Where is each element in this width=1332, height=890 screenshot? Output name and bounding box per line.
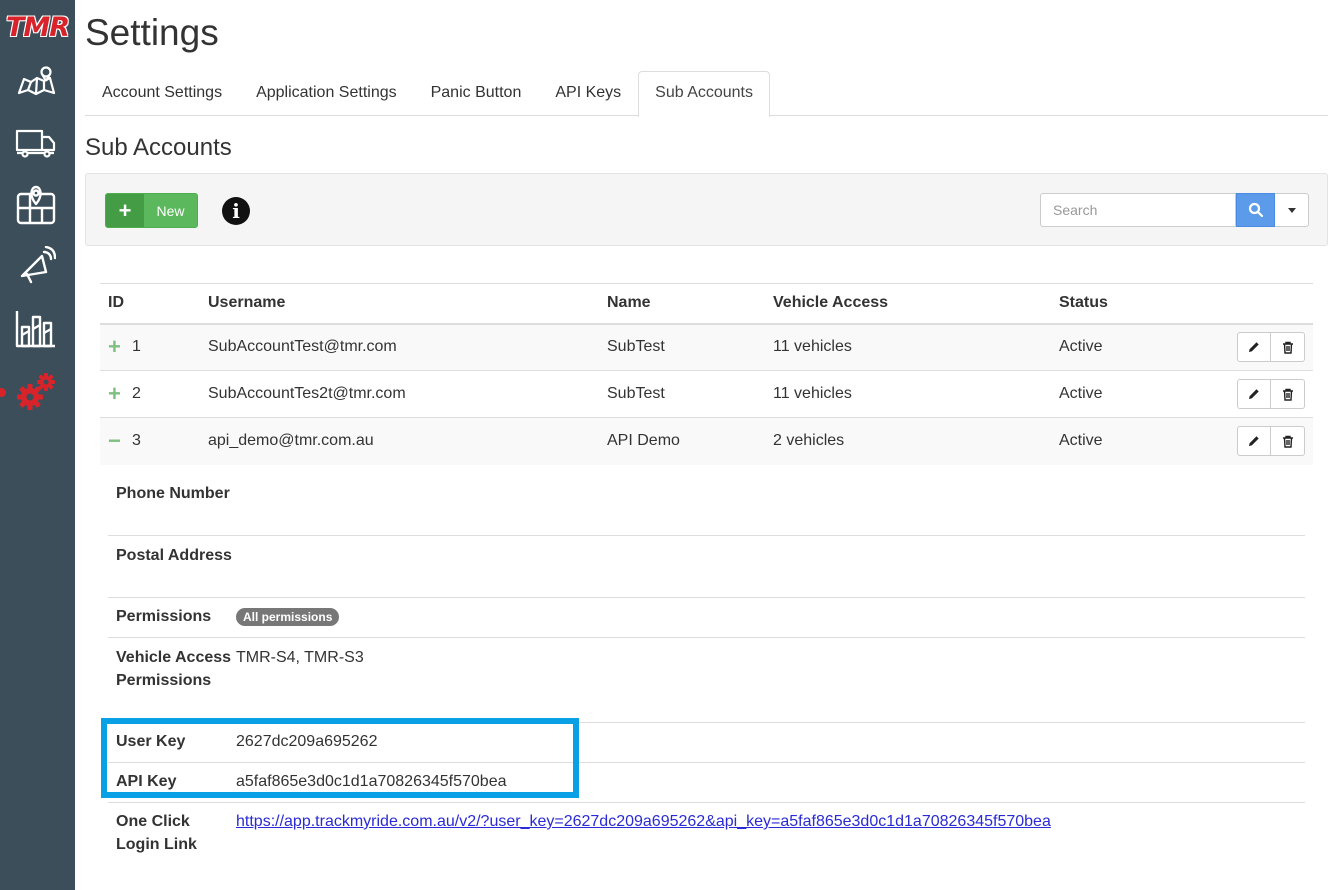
row-id: 3	[132, 432, 141, 450]
row-actions	[1237, 332, 1305, 363]
tab-panic-button[interactable]: Panic Button	[414, 71, 539, 116]
truck-icon[interactable]	[15, 122, 57, 164]
one-click-login-link[interactable]: https://app.trackmyride.com.au/v2/?user_…	[236, 813, 1051, 830]
edit-button[interactable]	[1237, 332, 1271, 363]
row-status: Active	[1051, 370, 1221, 418]
row-name: API Demo	[599, 417, 765, 465]
row-status: Active	[1051, 417, 1221, 465]
tab-api-keys[interactable]: API Keys	[538, 71, 638, 116]
table-row[interactable]: −3 api_demo@tmr.com.au API Demo 2 vehicl…	[100, 417, 1313, 465]
edit-button[interactable]	[1237, 426, 1271, 457]
tab-application-settings[interactable]: Application Settings	[239, 71, 414, 116]
table-header-row: ID Username Name Vehicle Access Status	[100, 283, 1313, 325]
detail-row-vehicle-permissions: Vehicle Access Permissions TMR-S4, TMR-S…	[108, 638, 1305, 723]
col-id[interactable]: ID	[100, 283, 200, 325]
tab-account-settings[interactable]: Account Settings	[85, 71, 239, 116]
delete-button[interactable]	[1271, 379, 1305, 409]
delete-button[interactable]	[1271, 426, 1305, 457]
active-indicator	[0, 388, 6, 397]
info-icon[interactable]: i	[222, 197, 250, 225]
search-icon	[1248, 202, 1263, 218]
permissions-label: Permissions	[116, 608, 212, 625]
caret-down-icon	[1287, 207, 1296, 213]
row-vehicle-access: 11 vehicles	[765, 323, 1051, 371]
trash-icon	[1282, 341, 1293, 354]
user-key-label: User Key	[116, 733, 186, 750]
collapse-row-icon[interactable]: −	[108, 430, 122, 452]
sub-account-detail: Phone Number Postal Address Permissions …	[108, 464, 1305, 865]
detail-row-phone: Phone Number	[108, 464, 1305, 536]
col-vehicle-access[interactable]: Vehicle Access	[765, 283, 1051, 325]
toolbar: + New i	[85, 173, 1328, 246]
table-row[interactable]: +1 SubAccountTest@tmr.com SubTest 11 veh…	[100, 323, 1313, 371]
row-actions	[1237, 379, 1305, 409]
search-button[interactable]	[1236, 193, 1275, 227]
col-status[interactable]: Status	[1051, 283, 1221, 325]
pencil-icon	[1249, 436, 1259, 447]
section-title: Sub Accounts	[85, 134, 232, 161]
trash-icon	[1282, 388, 1293, 401]
phone-label: Phone Number	[116, 485, 230, 502]
search-input[interactable]	[1040, 193, 1236, 227]
row-id: 2	[132, 385, 141, 403]
map-icon[interactable]	[15, 60, 57, 102]
megaphone-icon[interactable]	[15, 245, 57, 287]
api-key-label: API Key	[116, 773, 177, 790]
table-row[interactable]: +2 SubAccountTes2t@tmr.com SubTest 11 ve…	[100, 370, 1313, 418]
detail-row-postal: Postal Address	[108, 536, 1305, 598]
pencil-icon	[1249, 389, 1259, 399]
tmr-logo[interactable]: TMR	[6, 12, 70, 44]
tab-sub-accounts[interactable]: Sub Accounts	[638, 71, 770, 117]
plus-icon: +	[106, 194, 144, 227]
detail-row-api-key: API Key a5faf865e3d0c1d1a70826345f570bea	[108, 763, 1305, 803]
login-link-label: One Click Login Link	[116, 813, 197, 853]
api-key-value: a5faf865e3d0c1d1a70826345f570bea	[236, 773, 507, 790]
settings-tabs: Account Settings Application Settings Pa…	[85, 71, 1328, 117]
permissions-badge: All permissions	[236, 608, 340, 626]
gears-icon[interactable]	[15, 370, 57, 412]
location-map-icon[interactable]	[15, 184, 57, 226]
row-id: 1	[132, 338, 141, 356]
row-username: SubAccountTest@tmr.com	[200, 323, 599, 371]
new-sub-account-button[interactable]: + New	[105, 193, 198, 228]
col-username[interactable]: Username	[200, 283, 599, 325]
expand-row-icon[interactable]: +	[108, 383, 122, 405]
vehicle-permissions-label: Vehicle Access Permissions	[116, 649, 232, 689]
row-status: Active	[1051, 323, 1221, 371]
row-username: api_demo@tmr.com.au	[200, 417, 599, 465]
bar-chart-icon[interactable]	[15, 308, 57, 350]
trash-icon	[1282, 435, 1293, 448]
user-key-value: 2627dc209a695262	[236, 733, 378, 750]
sidebar: TMR	[0, 0, 75, 890]
row-actions	[1237, 426, 1305, 457]
new-button-label: New	[156, 202, 185, 219]
row-name: SubTest	[599, 370, 765, 418]
row-username: SubAccountTes2t@tmr.com	[200, 370, 599, 418]
delete-button[interactable]	[1271, 332, 1305, 363]
edit-button[interactable]	[1237, 379, 1271, 409]
row-name: SubTest	[599, 323, 765, 371]
page-title: Settings	[85, 12, 219, 53]
row-vehicle-access: 2 vehicles	[765, 417, 1051, 465]
row-vehicle-access: 11 vehicles	[765, 370, 1051, 418]
expand-row-icon[interactable]: +	[108, 336, 122, 358]
col-actions	[1221, 283, 1313, 325]
detail-row-login-link: One Click Login Link https://app.trackmy…	[108, 803, 1305, 865]
sub-accounts-table: ID Username Name Vehicle Access Status +…	[100, 283, 1313, 465]
detail-row-permissions: Permissions All permissions	[108, 598, 1305, 638]
col-name[interactable]: Name	[599, 283, 765, 325]
detail-row-user-key: User Key 2627dc209a695262	[108, 723, 1305, 763]
pencil-icon	[1249, 342, 1259, 353]
postal-label: Postal Address	[116, 547, 232, 564]
vehicle-permissions-value: TMR-S4, TMR-S3	[236, 649, 364, 666]
search-options-dropdown[interactable]	[1275, 193, 1309, 227]
